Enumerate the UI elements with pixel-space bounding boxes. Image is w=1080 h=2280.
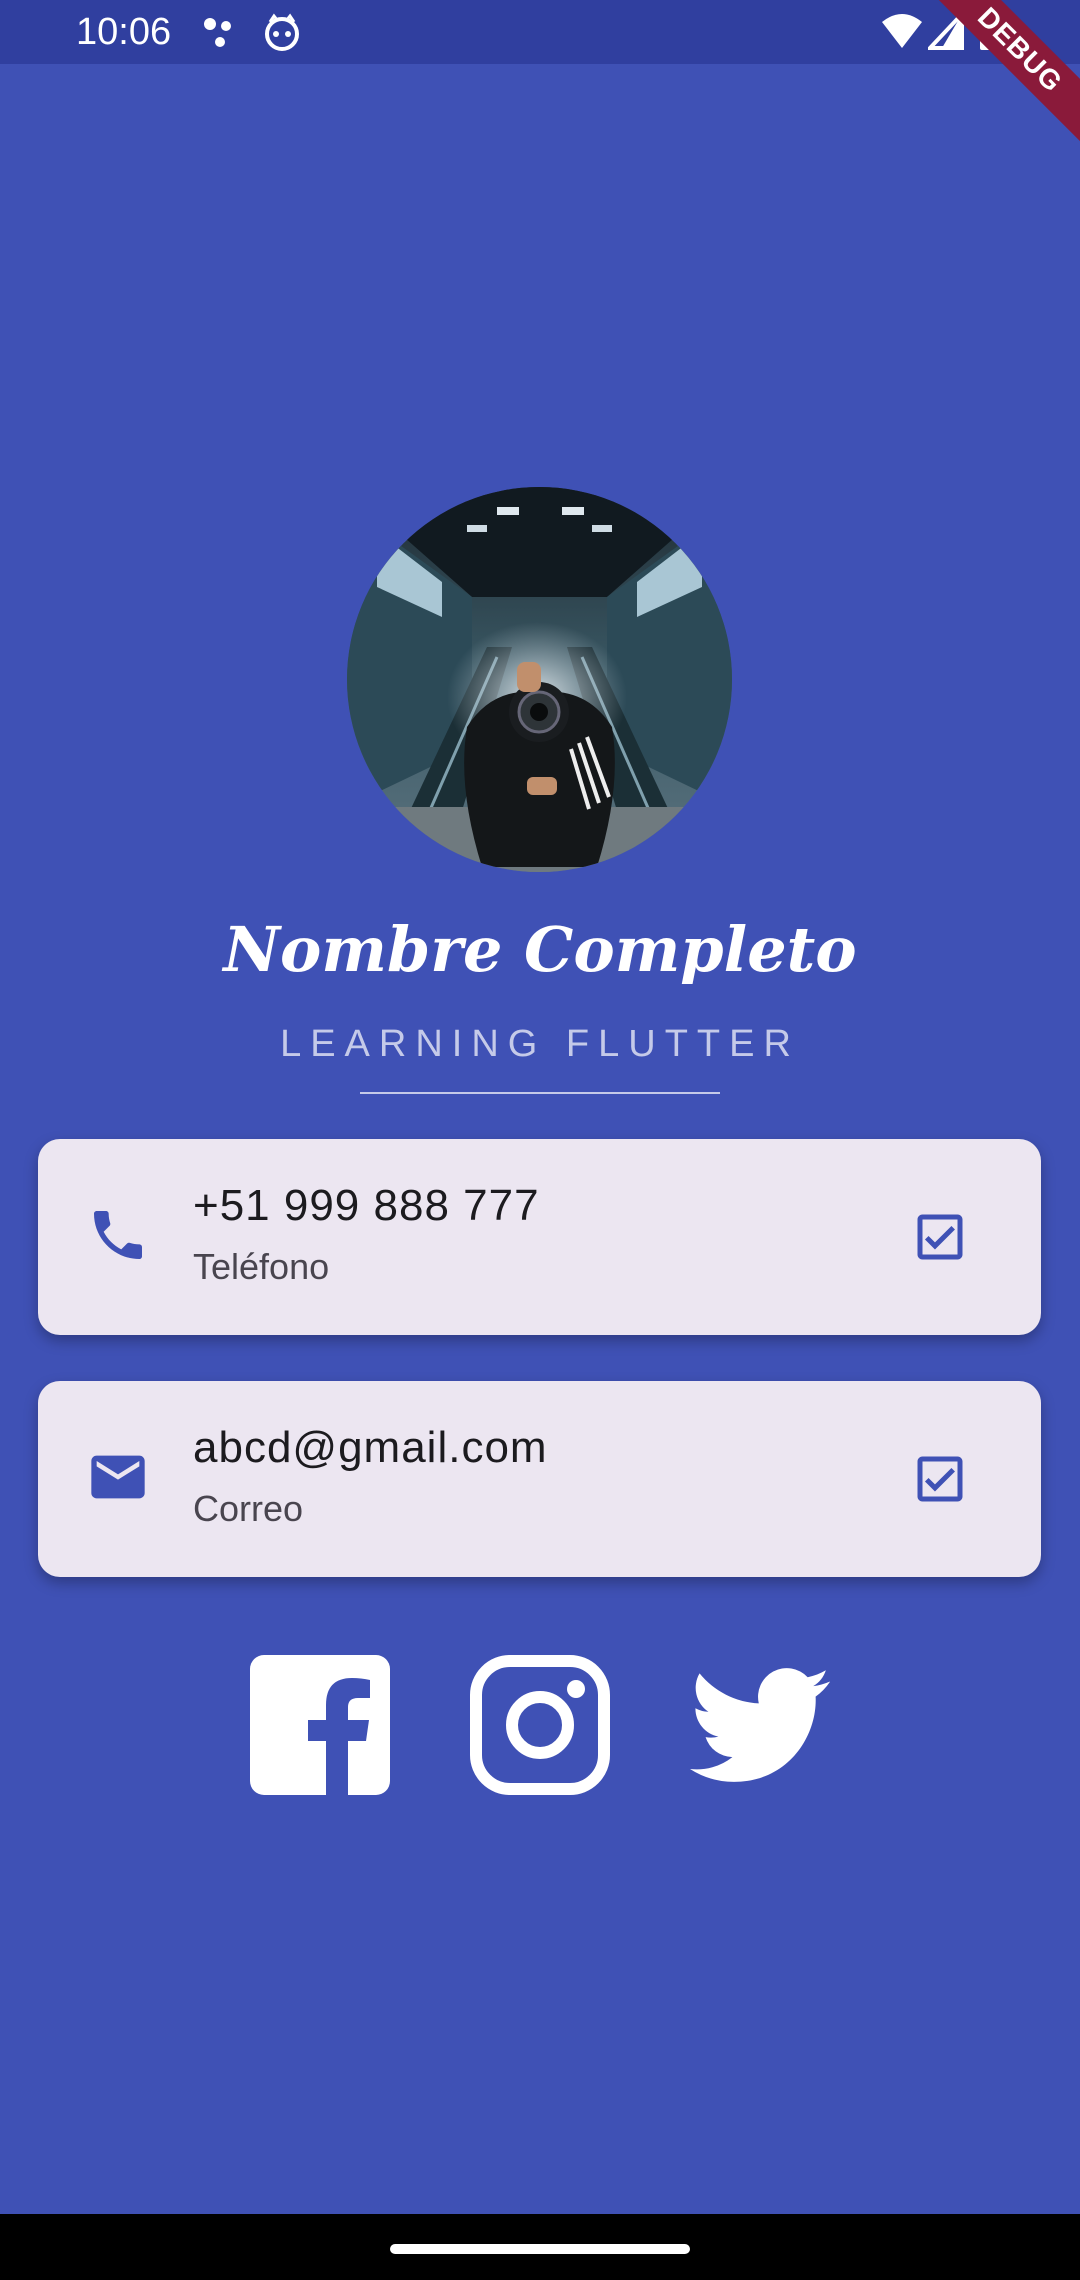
phone-icon xyxy=(94,1211,142,1259)
wifi-icon xyxy=(882,14,922,48)
phone-card[interactable]: +51 999 888 777 Teléfono xyxy=(38,1139,1041,1335)
email-value: abcd@gmail.com xyxy=(193,1423,548,1472)
email-icon xyxy=(91,1455,145,1499)
subtitle: LEARNING FLUTTER xyxy=(280,1023,800,1065)
status-bar: 10:06 xyxy=(0,0,1080,64)
phone-label: Teléfono xyxy=(193,1246,330,1287)
email-card[interactable]: abcd@gmail.com Correo xyxy=(38,1381,1041,1577)
home-indicator[interactable] xyxy=(390,2244,690,2254)
phone-value: +51 999 888 777 xyxy=(193,1181,540,1230)
full-name: Nombre Completo xyxy=(223,913,857,986)
email-label: Correo xyxy=(193,1488,304,1529)
notification-dots-icon xyxy=(204,18,231,47)
cat-face-icon xyxy=(265,13,299,51)
instagram-icon[interactable] xyxy=(470,1655,610,1795)
checkbox-checked-icon[interactable] xyxy=(910,1207,970,1267)
divider xyxy=(360,1092,720,1094)
twitter-icon[interactable] xyxy=(690,1655,830,1795)
status-time: 10:06 xyxy=(76,11,172,53)
navigation-bar xyxy=(0,2214,1080,2280)
checkbox-checked-icon[interactable] xyxy=(910,1449,970,1509)
facebook-icon[interactable] xyxy=(250,1655,390,1795)
avatar xyxy=(347,487,732,872)
